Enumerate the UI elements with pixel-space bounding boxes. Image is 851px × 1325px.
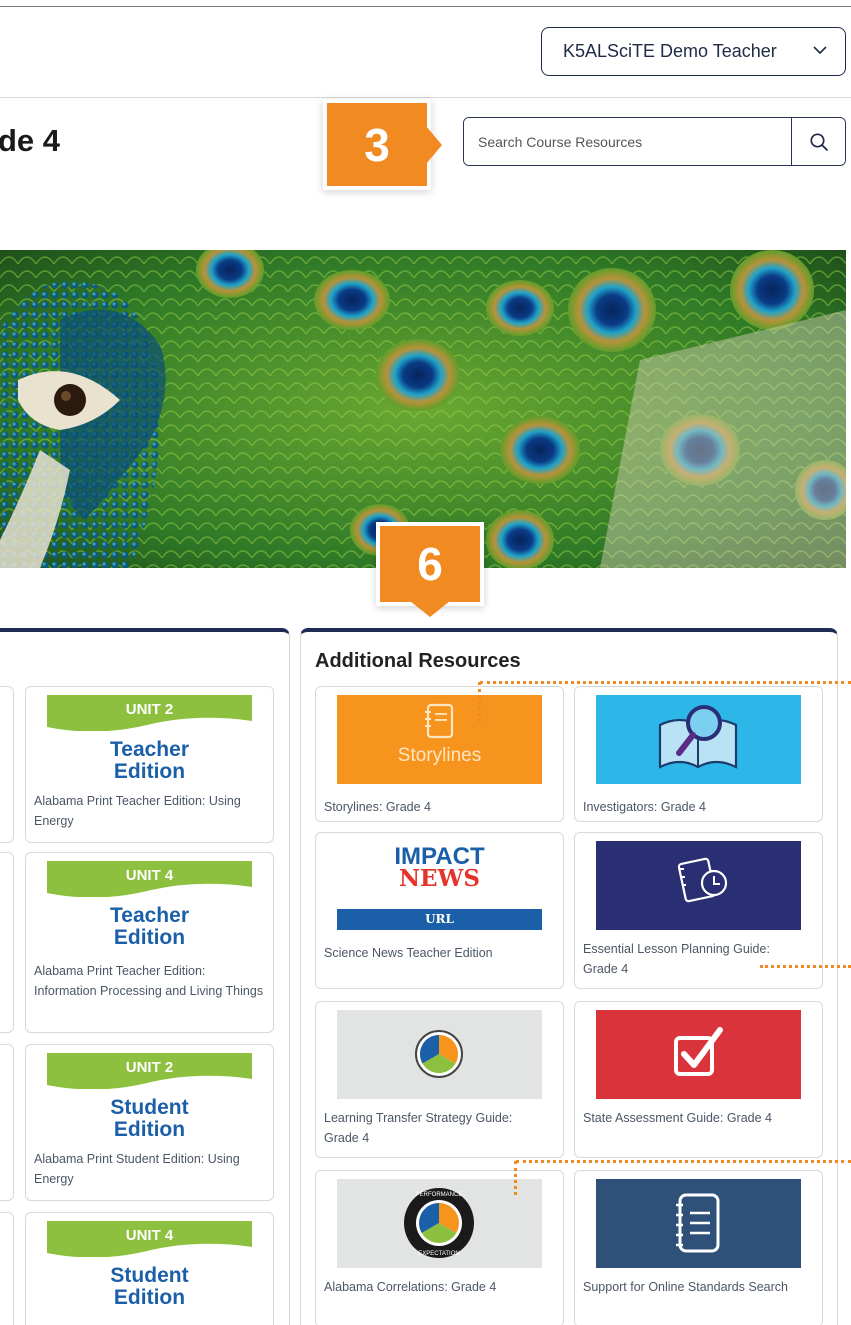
callout-3-arrow [426, 126, 442, 164]
card-caption: Support for Online Standards Search [583, 1280, 788, 1294]
resource-card-state-assessment[interactable]: State Assessment Guide: Grade 4 [574, 1001, 823, 1158]
notebook-icon [425, 703, 454, 739]
state-assessment-thumbnail [596, 1010, 801, 1099]
partial-card[interactable] [0, 1212, 14, 1325]
card-caption: Alabama Correlations: Grade 4 [324, 1280, 497, 1294]
resource-card-correlations[interactable]: PERFORMANCE EXPECTATION Alabama Correlat… [315, 1170, 564, 1325]
additional-resources-title: Additional Resources [315, 650, 521, 672]
pie-badge-icon [415, 1030, 463, 1078]
badge-bottom-text: EXPECTATION [418, 1251, 459, 1257]
edition-line1: Student [110, 1096, 189, 1119]
storylines-thumbnail: Storylines [337, 695, 542, 784]
annotation-leader-line [516, 1160, 851, 1163]
edition-line1: Teacher [110, 738, 189, 761]
annotation-leader-line [760, 965, 851, 968]
page: K5ALSciTE Demo Teacher de 4 3 Search Cou… [0, 0, 851, 1325]
edition-card[interactable]: UNIT 4 Teacher Edition Alabama Print Tea… [25, 852, 274, 1033]
investigators-thumbnail [596, 695, 801, 784]
peacock-illustration [0, 250, 846, 568]
edition-line1: Student [110, 1264, 189, 1287]
search-bar [463, 117, 846, 166]
callout-6-arrow [410, 601, 450, 617]
edition-thumbnail: UNIT 4 Student Edition [47, 1221, 252, 1310]
correlations-thumbnail: PERFORMANCE EXPECTATION [337, 1179, 542, 1268]
impact-logo-line2: NEWS [399, 865, 480, 892]
search-button[interactable] [791, 118, 845, 165]
edition-line2: Edition [113, 1286, 186, 1309]
resource-card-online-standards[interactable]: Support for Online Standards Search [574, 1170, 823, 1325]
impact-news-thumbnail: IMPACT NEWS URL [337, 841, 542, 930]
card-caption: State Assessment Guide: Grade 4 [583, 1111, 772, 1125]
edition-line1: Teacher [110, 904, 189, 927]
card-caption: Learning Transfer Strategy Guide: Grade … [324, 1111, 513, 1145]
impact-logo-bar: URL [337, 909, 542, 930]
badge-top-text: PERFORMANCE [416, 1192, 463, 1198]
course-banner-image [0, 250, 846, 568]
user-menu-button[interactable]: K5ALSciTE Demo Teacher [541, 27, 846, 76]
storylines-thumb-label: Storylines [397, 745, 482, 766]
edition-line2: Edition [113, 1118, 186, 1141]
partial-card[interactable] [0, 1044, 14, 1201]
page-title: de 4 [0, 123, 61, 158]
edition-thumbnail: UNIT 2 Student Edition [47, 1053, 252, 1142]
header-divider [0, 97, 851, 98]
planner-clock-icon [677, 857, 728, 903]
user-menu-label: K5ALSciTE Demo Teacher [563, 41, 777, 61]
card-caption: Alabama Print Teacher Edition: Using Ene… [34, 794, 241, 828]
unit-label: UNIT 2 [125, 701, 174, 718]
partial-card[interactable] [0, 852, 14, 1033]
partial-card[interactable] [0, 686, 14, 843]
online-standards-thumbnail [596, 1179, 801, 1268]
annotation-leader-line [480, 681, 851, 684]
edition-line2: Edition [113, 760, 186, 783]
chevron-down-icon [813, 46, 827, 55]
edition-thumbnail: UNIT 2 Teacher Edition [47, 695, 252, 784]
unit-label: UNIT 4 [125, 1227, 174, 1244]
edition-card[interactable]: UNIT 2 Student Edition Alabama Print Stu… [25, 1044, 274, 1201]
resource-card-science-news[interactable]: IMPACT NEWS URL Science News Teacher Edi… [315, 832, 564, 989]
unit-label: UNIT 4 [125, 867, 174, 884]
card-caption: Alabama Print Teacher Edition: Informati… [34, 964, 264, 998]
search-input[interactable] [464, 118, 791, 165]
resource-card-storylines[interactable]: Storylines Storylines: Grade 4 [315, 686, 564, 822]
resource-card-learning-transfer[interactable]: Learning Transfer Strategy Guide: Grade … [315, 1001, 564, 1158]
card-caption: Essential Lesson Planning Guide: Grade 4 [583, 942, 770, 976]
edition-card[interactable]: UNIT 4 Student Edition [25, 1212, 274, 1325]
edition-thumbnail: UNIT 4 Teacher Edition [47, 861, 252, 950]
spiral-notepad-icon [676, 1193, 720, 1253]
card-caption: Investigators: Grade 4 [583, 800, 706, 814]
edition-card[interactable]: UNIT 2 Teacher Edition Alabama Print Tea… [25, 686, 274, 843]
lesson-planning-thumbnail [596, 841, 801, 930]
checkbox-icon [674, 1027, 723, 1076]
annotation-leader-line [478, 682, 481, 722]
callout-badge-3: 3 [327, 103, 427, 186]
card-caption: Storylines: Grade 4 [324, 800, 431, 814]
book-magnifier-icon [658, 705, 738, 769]
card-caption: Science News Teacher Edition [324, 946, 493, 960]
annotation-leader-line [514, 1161, 517, 1195]
search-icon [809, 132, 828, 151]
callout-badge-6: 6 [380, 526, 480, 602]
performance-expectation-badge-icon: PERFORMANCE EXPECTATION [404, 1188, 474, 1258]
learning-transfer-thumbnail [337, 1010, 542, 1099]
edition-line2: Edition [113, 926, 186, 949]
resource-card-investigators[interactable]: Investigators: Grade 4 [574, 686, 823, 822]
card-caption: Alabama Print Student Edition: Using Ene… [34, 1152, 240, 1186]
unit-label: UNIT 2 [125, 1059, 174, 1076]
top-border [0, 6, 851, 7]
